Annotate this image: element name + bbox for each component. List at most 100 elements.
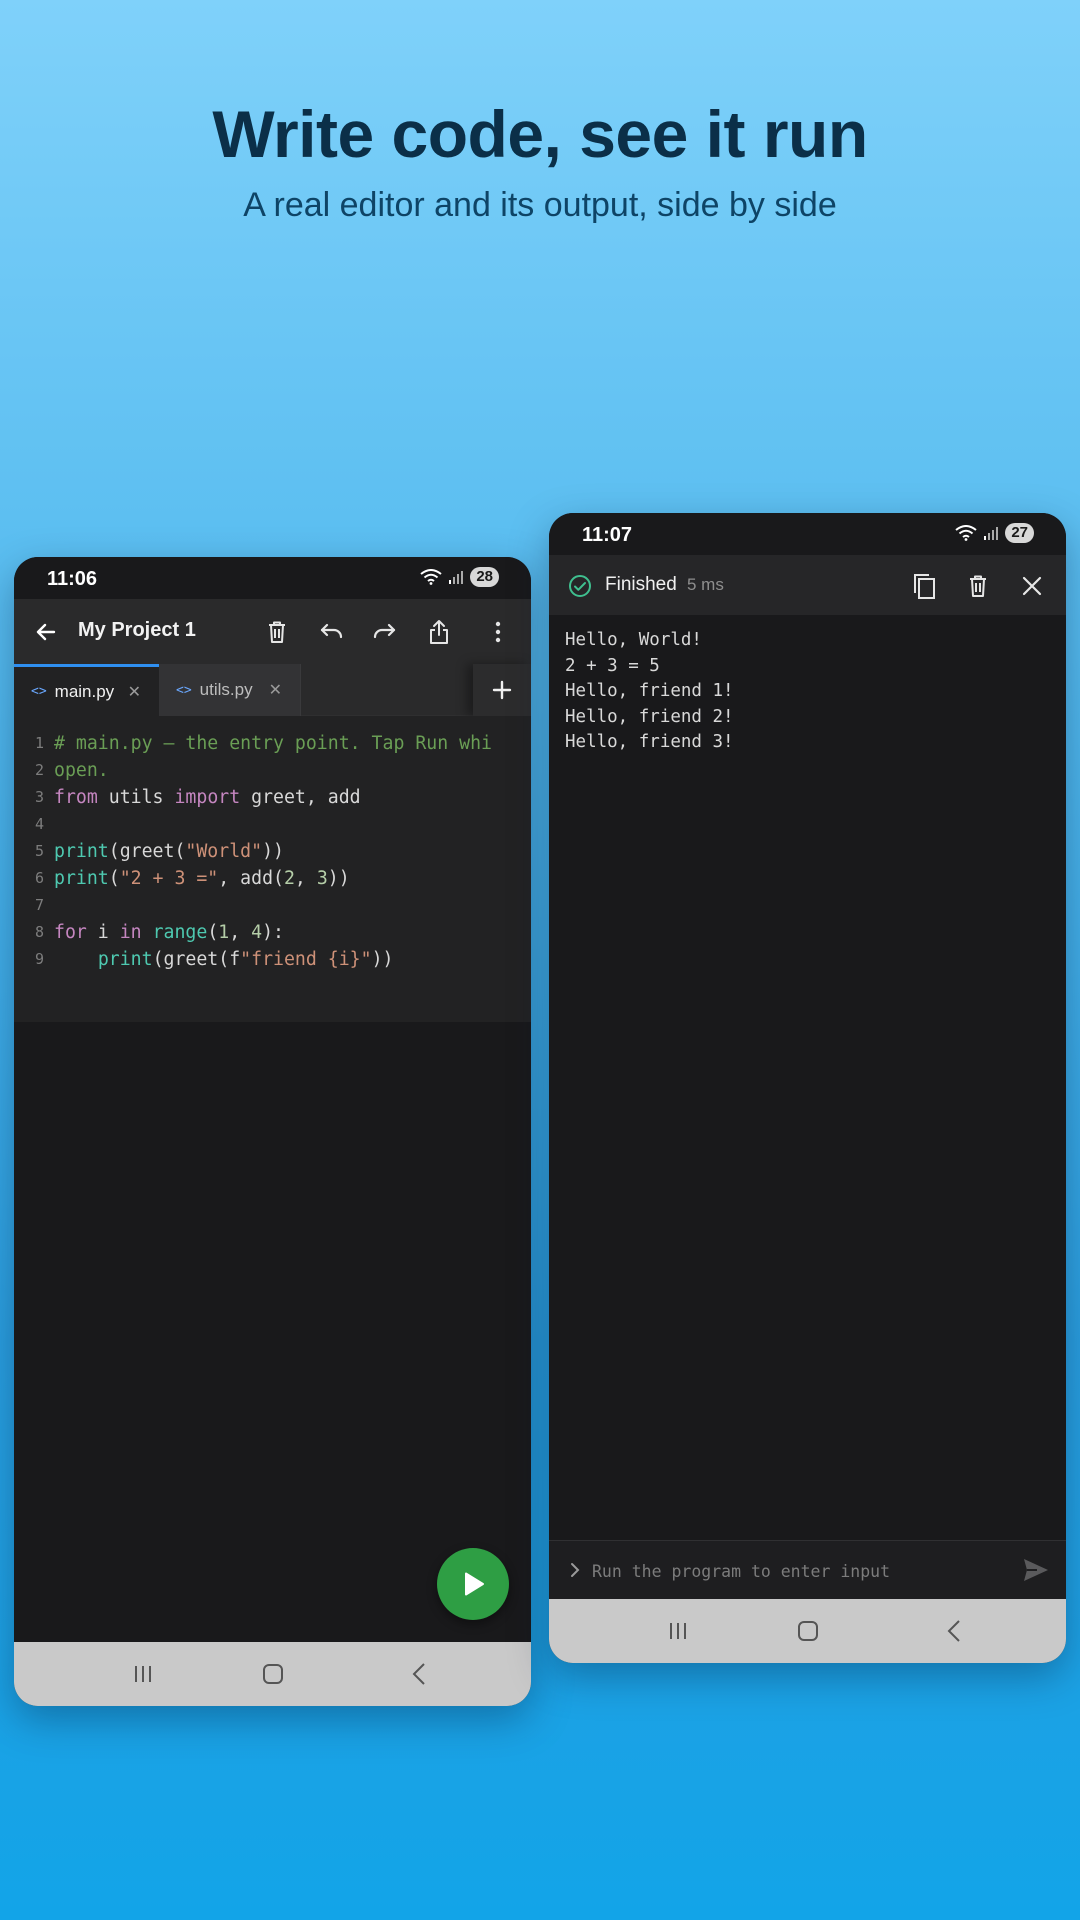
- recents-icon: [135, 1666, 151, 1682]
- code-token: )): [371, 949, 394, 970]
- code-token: # main.py — the entry point. Tap Run whi: [54, 733, 492, 754]
- output-line: Hello, friend 1!: [565, 681, 734, 702]
- recents-button[interactable]: [663, 1616, 693, 1646]
- code-token: 2: [283, 868, 295, 889]
- code-editor[interactable]: 1 # main.py — the entry point. Tap Run wh…: [14, 716, 531, 1022]
- output-line: Hello, friend 2!: [565, 706, 734, 727]
- code-token: "World": [185, 841, 263, 862]
- home-icon: [263, 1664, 283, 1684]
- code-text: print(greet("World")): [54, 838, 284, 865]
- output-line: Hello, World!: [565, 630, 702, 650]
- code-token: ):: [262, 922, 284, 943]
- status-time: 11:07: [582, 524, 633, 546]
- plus-icon: [492, 680, 512, 700]
- code-token: print: [54, 841, 109, 862]
- code-file-icon: <>: [31, 684, 47, 699]
- code-token: "friend {i}": [240, 949, 372, 970]
- code-token: from: [54, 787, 98, 808]
- code-text: open.: [54, 757, 109, 784]
- stdin-bar: [549, 1540, 1066, 1600]
- wifi-icon: [955, 525, 977, 541]
- delete-button[interactable]: [257, 612, 297, 652]
- redo-button[interactable]: [365, 612, 405, 652]
- back-nav-button[interactable]: [404, 1659, 434, 1689]
- hero-subtitle: A real editor and its output, side by si…: [243, 186, 837, 224]
- close-tab-icon[interactable]: ✕: [269, 680, 282, 700]
- code-line: 6 print("2 + 3 =", add(2, 3)): [14, 865, 531, 892]
- redo-icon: [373, 623, 396, 639]
- code-line: 8 for i in range(1, 4):: [14, 919, 531, 946]
- stdin-input[interactable]: [592, 1555, 992, 1587]
- close-output-button[interactable]: [1015, 569, 1049, 603]
- android-navbar: [549, 1599, 1066, 1663]
- recents-icon: [670, 1623, 686, 1639]
- back-nav-button[interactable]: [939, 1616, 969, 1646]
- code-token: utils: [97, 787, 175, 808]
- code-line: 7: [14, 892, 531, 919]
- clear-output-button[interactable]: [961, 569, 995, 603]
- code-token: (greet(f: [152, 949, 241, 970]
- line-number: 5: [34, 842, 44, 860]
- undo-button[interactable]: [311, 612, 351, 652]
- tab-utils-py[interactable]: <> utils.py ✕: [159, 664, 301, 716]
- code-token: (greet(: [108, 841, 186, 862]
- share-icon: [430, 620, 448, 644]
- signal-icon: [449, 571, 464, 584]
- code-token: import: [174, 787, 241, 808]
- code-token: print: [97, 949, 153, 970]
- output-line: Hello, friend 3!: [565, 732, 734, 753]
- more-vert-icon: [495, 621, 501, 643]
- code-token: range: [152, 922, 208, 943]
- code-token: greet, add: [240, 787, 361, 808]
- code-text: # main.py — the entry point. Tap Run whi: [54, 730, 492, 757]
- home-icon: [798, 1621, 818, 1641]
- undo-icon: [320, 623, 343, 639]
- code-token: open.: [54, 760, 109, 781]
- tab-label: main.py: [54, 681, 115, 701]
- output-header: Finished 5 ms: [549, 555, 1066, 615]
- battery-badge: 28: [470, 567, 499, 587]
- code-token: ,: [229, 922, 252, 943]
- code-token: 3: [316, 868, 328, 889]
- code-token: 1: [218, 922, 230, 943]
- send-input-button[interactable]: [1022, 1557, 1050, 1588]
- hero-title: Write code, see it run: [212, 97, 868, 171]
- back-button[interactable]: [26, 612, 66, 652]
- back-arrow-icon: [36, 623, 56, 641]
- tab-main-py[interactable]: <> main.py ✕: [14, 664, 159, 716]
- signal-icon: [984, 527, 999, 540]
- copy-output-button[interactable]: [907, 569, 941, 603]
- code-text: for i in range(1, 4):: [54, 919, 284, 946]
- wifi-icon: [420, 569, 442, 585]
- run-button[interactable]: [437, 1548, 509, 1620]
- home-button[interactable]: [258, 1659, 288, 1689]
- close-icon: [1022, 576, 1042, 596]
- code-text: print(greet(f"friend {i}")): [54, 946, 394, 973]
- code-token: (: [207, 922, 219, 943]
- share-button[interactable]: [419, 612, 459, 652]
- editor-phone: 11:06 28 My Project 1 <> main.py ✕ <> ut…: [14, 557, 531, 1706]
- file-tabs: <> main.py ✕ <> utils.py ✕: [14, 664, 531, 716]
- output-line: 2 + 3 = 5: [565, 655, 660, 676]
- code-file-icon: <>: [176, 682, 192, 698]
- home-button[interactable]: [793, 1616, 823, 1646]
- trash-icon: [970, 575, 986, 597]
- more-button[interactable]: [478, 612, 518, 652]
- trash-icon: [269, 621, 285, 643]
- battery-badge: 27: [1005, 523, 1034, 543]
- copy-icon: [914, 574, 935, 599]
- code-token: (: [108, 868, 120, 889]
- play-icon: [465, 1572, 484, 1596]
- code-line: 5 print(greet("World")): [14, 838, 531, 865]
- line-number: 9: [34, 950, 44, 968]
- code-token: )): [327, 868, 350, 889]
- console-output: Hello, World! 2 + 3 = 5 Hello, friend 1!…: [549, 615, 1066, 1540]
- add-file-button[interactable]: [473, 664, 531, 716]
- close-tab-icon[interactable]: ✕: [128, 682, 141, 702]
- code-line: 3 from utils import greet, add: [14, 784, 531, 811]
- prompt-chevron-icon: [571, 1563, 580, 1577]
- status-bar: 11:07 27: [549, 513, 1066, 555]
- recents-button[interactable]: [128, 1659, 158, 1689]
